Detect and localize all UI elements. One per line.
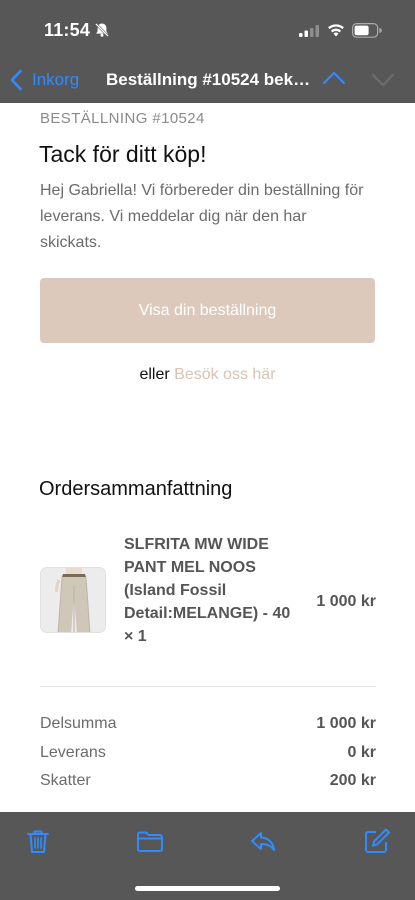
folder-icon[interactable] — [135, 826, 165, 856]
product-name: SLFRITA MW WIDE PANT MEL NOOS (Island Fo… — [124, 536, 291, 645]
order-number: BESTÄLLNING #10524 — [40, 110, 205, 127]
total-value: 200 kr — [329, 772, 376, 789]
home-indicator[interactable] — [135, 886, 280, 891]
product-image — [40, 567, 106, 633]
chevron-left-icon[interactable] — [9, 69, 23, 91]
summary-heading: Ordersammanfattning — [39, 478, 233, 500]
view-order-button[interactable]: Visa din beställning — [40, 278, 375, 343]
wifi-icon — [328, 24, 344, 37]
back-button-inbox[interactable]: Inkorg — [32, 70, 79, 90]
email-body[interactable]: BESTÄLLNING #10524 Tack för ditt köp! He… — [0, 103, 415, 812]
bottom-toolbar — [0, 812, 415, 900]
total-label: Leverans — [40, 743, 106, 761]
divider — [40, 686, 376, 687]
total-value: 1 000 kr — [316, 715, 376, 732]
totals: Delsumma 1 000 kr Leverans 0 kr Skatter … — [40, 713, 376, 799]
product-price: 1 000 kr — [316, 593, 376, 610]
chevron-up-icon[interactable] — [322, 70, 346, 86]
battery-icon — [352, 23, 382, 38]
total-value: 0 kr — [347, 743, 376, 761]
nav-title: Beställning #10524 bekräftad — [106, 70, 316, 89]
total-row-shipping: Leverans 0 kr — [40, 742, 376, 771]
total-row-subtotal: Delsumma 1 000 kr — [40, 713, 376, 742]
product-row: SLFRITA MW WIDE PANT MEL NOOS (Island Fo… — [40, 533, 376, 648]
intro-text: Hej Gabriella! Vi förbereder din beställ… — [40, 182, 364, 251]
compose-icon[interactable] — [362, 826, 392, 856]
total-label: Delsumma — [40, 715, 117, 732]
or-line: eller Besök oss här — [0, 366, 415, 384]
total-row-tax: Skatter 200 kr — [40, 770, 376, 799]
trash-icon[interactable] — [23, 826, 53, 856]
signal-icon — [299, 25, 319, 37]
bell-slash-icon — [95, 23, 109, 37]
pants-image — [41, 568, 105, 632]
nav-bar: Inkorg Beställning #10524 bekräftad — [0, 56, 415, 103]
status-time: 11:54 — [44, 20, 91, 40]
or-text: eller — [139, 366, 170, 383]
total-label: Skatter — [40, 772, 91, 789]
top-chrome: 11:54 Inkorg Beställning #10524 bekräf — [0, 0, 415, 103]
reply-icon[interactable] — [248, 826, 278, 856]
email-heading: Tack för ditt köp! — [39, 141, 207, 167]
chevron-down-icon[interactable] — [371, 72, 395, 88]
visit-us-link[interactable]: Besök oss här — [174, 366, 275, 383]
view-order-button-label: Visa din beställning — [138, 301, 277, 319]
status-bar: 11:54 — [0, 0, 415, 56]
